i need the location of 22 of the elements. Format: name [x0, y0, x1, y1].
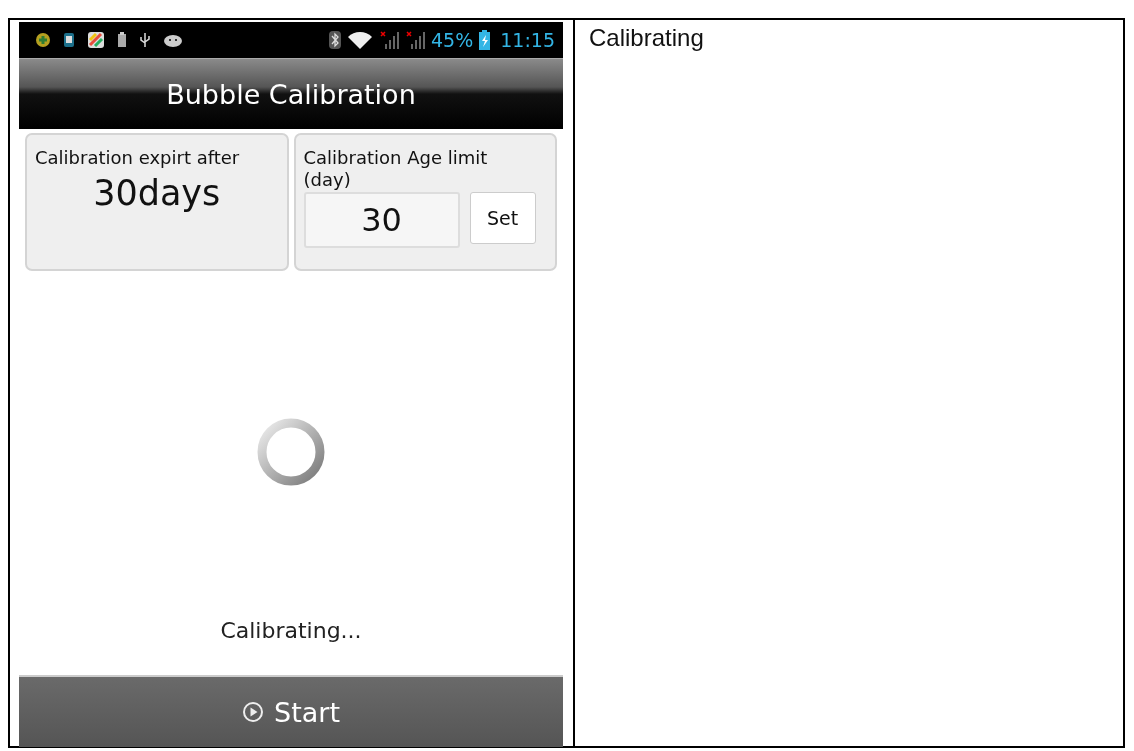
loading-spinner-icon: [256, 416, 326, 487]
app-icon: [35, 32, 51, 48]
signal-icon: [379, 30, 399, 50]
play-icon: [242, 701, 264, 723]
bluetooth-icon: [329, 31, 341, 49]
card-label: Calibration expirt after: [35, 147, 241, 169]
card-label: Calibration Age limit (day): [303, 147, 489, 191]
expiry-value: 30days: [92, 172, 222, 213]
battery-percent: 45%: [431, 29, 474, 51]
signal-icon: [405, 30, 425, 50]
app-title: Bubble Calibration: [166, 78, 416, 110]
app-icon: [87, 31, 105, 49]
status-text: Calibrating...: [220, 618, 362, 643]
start-button[interactable]: Start: [19, 675, 563, 747]
clock-time: 11:15: [500, 29, 555, 51]
wifi-icon: [347, 30, 373, 50]
age-limit-field[interactable]: 30: [303, 192, 460, 249]
sim-card-icon: [63, 32, 75, 48]
set-button[interactable]: Set: [469, 192, 536, 245]
battery-charging-icon: [479, 30, 491, 50]
description-text: Calibrating: [589, 24, 704, 51]
usb-icon: [139, 32, 151, 48]
